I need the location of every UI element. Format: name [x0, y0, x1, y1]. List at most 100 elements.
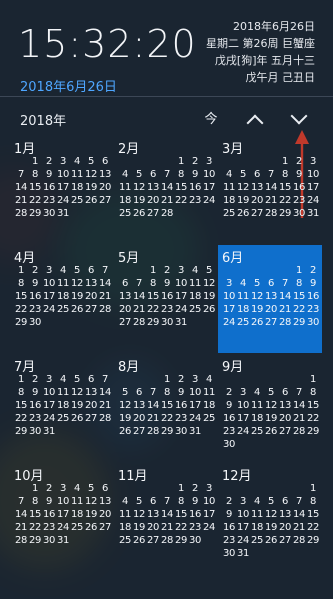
- day-number[interactable]: 16: [28, 290, 42, 303]
- day-number[interactable]: 12: [250, 290, 264, 303]
- day-number[interactable]: 9: [160, 277, 174, 290]
- day-number[interactable]: 30: [222, 547, 236, 560]
- day-number[interactable]: 28: [14, 534, 28, 547]
- day-number[interactable]: 15: [28, 508, 42, 521]
- day-number[interactable]: 5: [84, 155, 98, 168]
- day-number[interactable]: 17: [42, 399, 56, 412]
- day-number[interactable]: 1: [292, 264, 306, 277]
- day-number[interactable]: 26: [84, 194, 98, 207]
- day-number[interactable]: 23: [188, 521, 202, 534]
- day-number[interactable]: 4: [236, 277, 250, 290]
- day-number[interactable]: 18: [250, 521, 264, 534]
- day-number[interactable]: 15: [174, 181, 188, 194]
- day-number[interactable]: 4: [118, 495, 132, 508]
- day-number[interactable]: 2: [28, 373, 42, 386]
- day-number[interactable]: 21: [160, 521, 174, 534]
- day-number[interactable]: 31: [306, 207, 320, 220]
- day-number[interactable]: 6: [98, 482, 112, 495]
- day-number[interactable]: 6: [98, 155, 112, 168]
- day-number[interactable]: 5: [236, 168, 250, 181]
- day-number[interactable]: 4: [56, 373, 70, 386]
- day-number[interactable]: 13: [84, 277, 98, 290]
- day-number[interactable]: 26: [264, 425, 278, 438]
- day-number[interactable]: 14: [160, 508, 174, 521]
- day-number[interactable]: 15: [292, 290, 306, 303]
- day-number[interactable]: 7: [292, 495, 306, 508]
- day-number[interactable]: 23: [28, 412, 42, 425]
- day-number[interactable]: 8: [278, 168, 292, 181]
- day-number[interactable]: 24: [174, 303, 188, 316]
- day-number[interactable]: 25: [250, 425, 264, 438]
- day-number[interactable]: 17: [236, 521, 250, 534]
- month-cell[interactable]: 8月 1 2 3 4 5 6 7 8 9 10 11 12 13 14 15 16 17 18 19 20 21 22 23 2…: [114, 354, 218, 462]
- day-number[interactable]: 6: [132, 386, 146, 399]
- day-number[interactable]: 11: [236, 290, 250, 303]
- day-number[interactable]: 30: [42, 534, 56, 547]
- day-number[interactable]: 23: [160, 303, 174, 316]
- day-number[interactable]: 12: [70, 386, 84, 399]
- day-number[interactable]: 22: [306, 521, 320, 534]
- day-number[interactable]: 23: [306, 303, 320, 316]
- day-number[interactable]: 31: [174, 316, 188, 329]
- day-number[interactable]: 21: [14, 194, 28, 207]
- day-number[interactable]: 19: [70, 290, 84, 303]
- day-number[interactable]: 4: [188, 264, 202, 277]
- day-number[interactable]: 12: [264, 399, 278, 412]
- day-number[interactable]: 29: [174, 534, 188, 547]
- day-number[interactable]: 16: [306, 290, 320, 303]
- day-number[interactable]: 24: [236, 425, 250, 438]
- month-cell[interactable]: 10月 1 2 3 4 5 6 7 8 9 10 11 12 13 14 15 16 17 18 19 20 21 22 23…: [10, 463, 114, 571]
- day-number[interactable]: 18: [56, 399, 70, 412]
- day-number[interactable]: 26: [70, 412, 84, 425]
- day-number[interactable]: 5: [264, 386, 278, 399]
- day-number[interactable]: 11: [118, 181, 132, 194]
- day-number[interactable]: 22: [28, 194, 42, 207]
- day-number[interactable]: 12: [202, 277, 216, 290]
- day-number[interactable]: 13: [146, 508, 160, 521]
- day-number[interactable]: 1: [306, 373, 320, 386]
- day-number[interactable]: 27: [98, 521, 112, 534]
- day-number[interactable]: 1: [174, 155, 188, 168]
- day-number[interactable]: 17: [202, 181, 216, 194]
- day-number[interactable]: 8: [160, 386, 174, 399]
- day-number[interactable]: 11: [118, 508, 132, 521]
- day-number[interactable]: 7: [264, 168, 278, 181]
- day-number[interactable]: 28: [98, 412, 112, 425]
- day-number[interactable]: 28: [132, 316, 146, 329]
- day-number[interactable]: 6: [278, 495, 292, 508]
- day-number[interactable]: 12: [118, 399, 132, 412]
- day-number[interactable]: 6: [146, 168, 160, 181]
- day-number[interactable]: 20: [98, 181, 112, 194]
- day-number[interactable]: 3: [42, 264, 56, 277]
- day-number[interactable]: 19: [236, 194, 250, 207]
- day-number[interactable]: 27: [278, 534, 292, 547]
- day-number[interactable]: 2: [174, 373, 188, 386]
- day-number[interactable]: 21: [292, 521, 306, 534]
- day-number[interactable]: 25: [70, 194, 84, 207]
- day-number[interactable]: 26: [118, 425, 132, 438]
- day-number[interactable]: 5: [118, 386, 132, 399]
- day-number[interactable]: 13: [146, 181, 160, 194]
- day-number[interactable]: 14: [132, 290, 146, 303]
- day-number[interactable]: 29: [306, 534, 320, 547]
- day-number[interactable]: 9: [42, 495, 56, 508]
- day-number[interactable]: 30: [160, 316, 174, 329]
- day-number[interactable]: 28: [264, 207, 278, 220]
- day-number[interactable]: 21: [98, 399, 112, 412]
- day-number[interactable]: 19: [132, 194, 146, 207]
- day-number[interactable]: 17: [202, 508, 216, 521]
- day-number[interactable]: 8: [292, 277, 306, 290]
- day-number[interactable]: 24: [56, 194, 70, 207]
- day-number[interactable]: 13: [132, 399, 146, 412]
- day-number[interactable]: 20: [278, 521, 292, 534]
- day-number[interactable]: 28: [292, 425, 306, 438]
- day-number[interactable]: 5: [250, 277, 264, 290]
- day-number[interactable]: 24: [222, 316, 236, 329]
- day-number[interactable]: 20: [84, 290, 98, 303]
- day-number[interactable]: 29: [292, 316, 306, 329]
- day-number[interactable]: 24: [56, 521, 70, 534]
- day-number[interactable]: 31: [188, 425, 202, 438]
- day-number[interactable]: 4: [118, 168, 132, 181]
- day-number[interactable]: 15: [14, 290, 28, 303]
- day-number[interactable]: 26: [132, 534, 146, 547]
